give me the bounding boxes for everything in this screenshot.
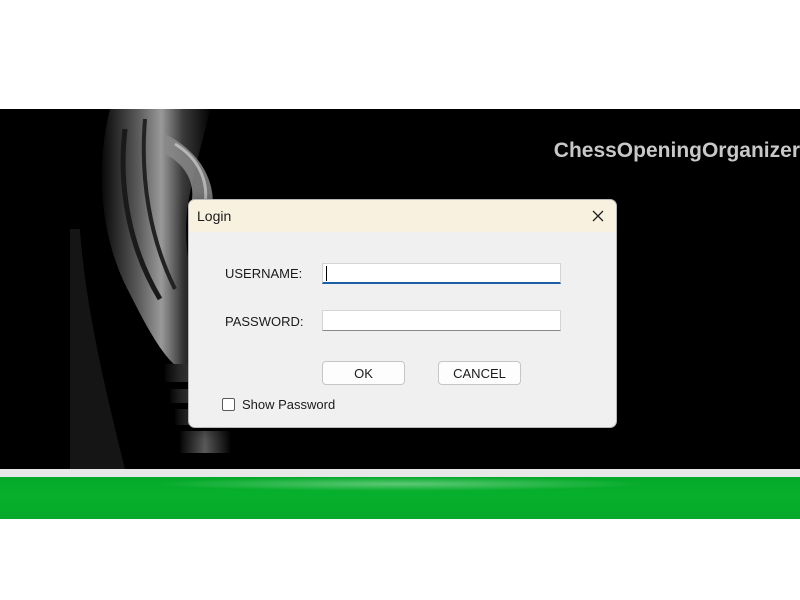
show-password-label: Show Password bbox=[242, 397, 336, 412]
show-password-option[interactable]: Show Password bbox=[222, 397, 335, 412]
divider-strip bbox=[0, 469, 800, 477]
dialog-titlebar: Login bbox=[189, 200, 616, 232]
password-label: PASSWORD: bbox=[225, 314, 304, 329]
app-title: ChessOpeningOrganizer bbox=[553, 139, 800, 162]
close-button[interactable] bbox=[580, 200, 616, 232]
cancel-button[interactable]: CANCEL bbox=[438, 361, 521, 385]
close-icon bbox=[592, 210, 604, 222]
username-field[interactable] bbox=[322, 263, 561, 284]
username-input[interactable] bbox=[323, 264, 560, 282]
green-bar-highlight bbox=[150, 477, 650, 491]
show-password-checkbox[interactable] bbox=[222, 398, 235, 411]
password-field[interactable] bbox=[322, 310, 561, 331]
password-input[interactable] bbox=[323, 311, 560, 330]
ok-button[interactable]: OK bbox=[322, 361, 405, 385]
login-dialog: Login USERNAME: PASSWORD: OK CANCEL Show… bbox=[188, 199, 617, 428]
text-cursor bbox=[326, 266, 327, 281]
green-status-bar bbox=[0, 477, 800, 519]
username-label: USERNAME: bbox=[225, 266, 303, 281]
dialog-title: Login bbox=[197, 208, 232, 224]
